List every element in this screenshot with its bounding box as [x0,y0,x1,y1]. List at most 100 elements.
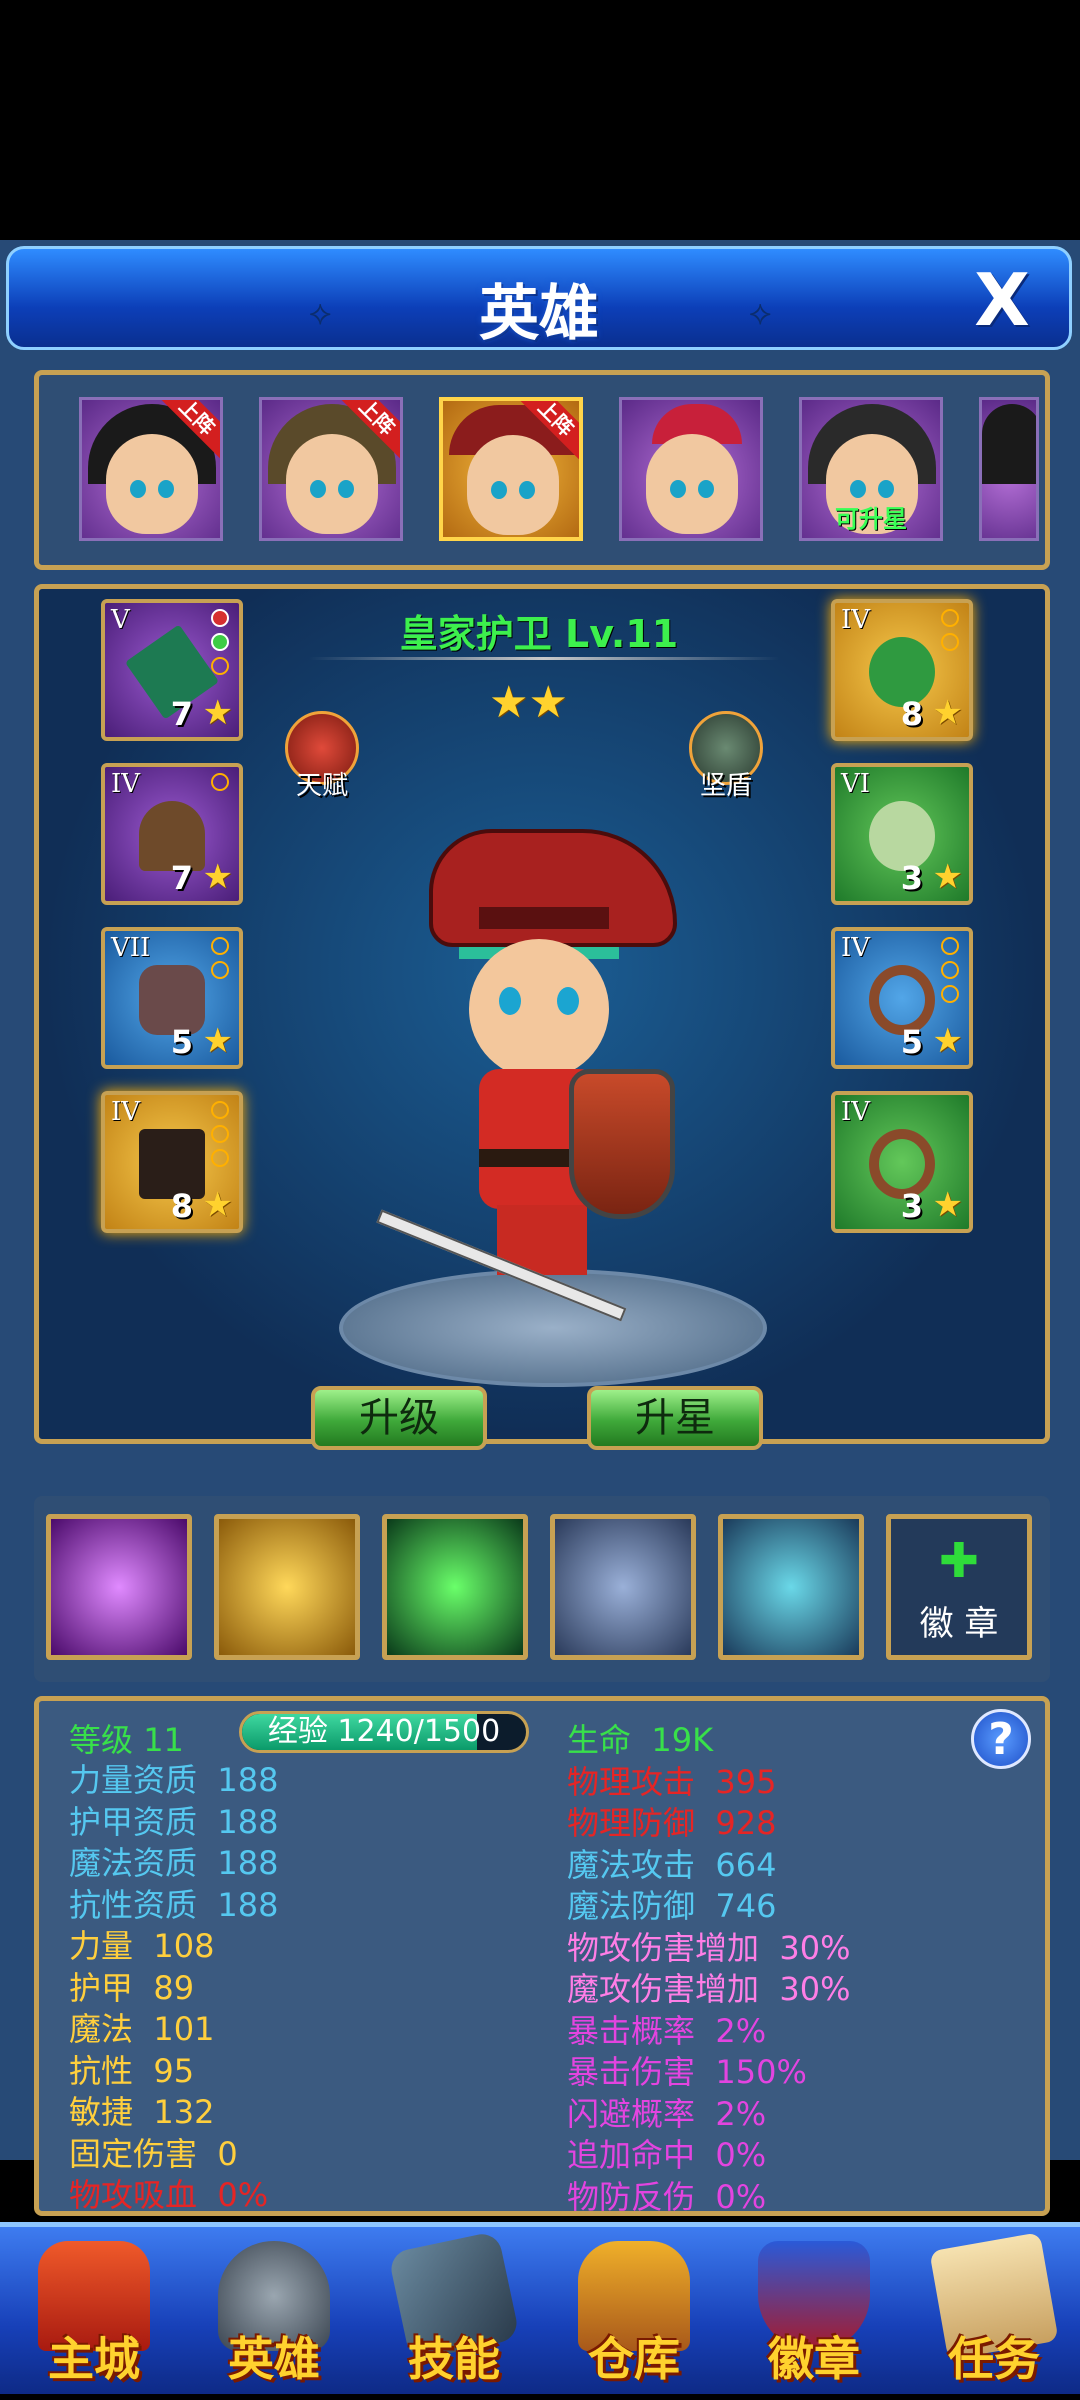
stat-label: 闪避概率 [567,2094,696,2133]
star-icon: ★ [932,1185,963,1225]
hero-portrait-4[interactable] [619,397,763,541]
skill-slash-icon[interactable] [46,1514,192,1660]
star-up-button[interactable]: 升星 [587,1386,763,1450]
stat-value: 0 [217,2134,238,2173]
skill-green-rain-icon[interactable] [382,1514,528,1660]
skill-golem-icon[interactable] [214,1514,360,1660]
stat-label: 暴击概率 [567,2011,696,2050]
bottom-nav: 主城 英雄 技能 仓库 徽章 任务 [0,2222,1080,2394]
stat-label: 护甲资质 [69,1802,198,1841]
stat-value: 2% [715,2094,767,2133]
stat-row: 敏捷 132 [69,2087,214,2133]
stat-row: 魔攻伤害增加 30% [567,1964,850,2010]
level-label: 等级 [69,1721,134,1759]
stat-row: 物理攻击 395 [567,1757,776,1803]
stat-label: 固定伤害 [69,2134,198,2173]
stat-label: 护甲 [69,1968,134,2007]
equip-tier: IV [841,1097,871,1127]
stat-row: 魔法防御 746 [567,1881,776,1927]
stat-row: 生命 19K [567,1715,713,1761]
nav-quest[interactable]: 任务 [914,2232,1074,2391]
nav-label: 任务 [948,2332,1040,2386]
badge-slot-button[interactable]: ✚ 徽 章 [886,1514,1032,1660]
equip-slot-amulet[interactable]: IV 8 ★ [831,599,973,741]
nav-badge[interactable]: 徽章 [734,2235,894,2391]
equip-slot-pendant[interactable]: VI 3 ★ [831,763,973,905]
skill-dragon-icon[interactable] [718,1514,864,1660]
equip-tier: IV [111,1097,141,1127]
stat-value: 101 [153,2010,215,2048]
stat-label: 魔法攻击 [567,1845,696,1884]
stat-label: 物攻伤害增加 [567,1928,760,1967]
stat-row: 暴击伤害 150% [567,2047,807,2093]
stat-row: 魔法攻击 664 [567,1840,776,1886]
equip-level: 5 [900,1023,923,1061]
help-button[interactable]: ? [971,1709,1031,1769]
nav-label: 主城 [48,2332,140,2386]
star-up-available-label: 可升星 [835,505,907,533]
stat-value: 30% [779,1928,851,1967]
stat-value: 19K [651,1721,714,1759]
stat-label: 抗性 [69,2051,134,2090]
stat-label: 魔法 [69,2010,134,2048]
nav-skill[interactable]: 技能 [374,2230,534,2391]
star-icon: ★ [932,693,963,733]
nav-label: 技能 [408,2332,500,2386]
nav-main-city[interactable]: 主城 [14,2235,174,2391]
stat-value: 108 [153,1927,215,1965]
stat-label: 物防反伤 [567,2177,696,2216]
exp-bar: 经验 1240/1500 [239,1711,529,1753]
equip-slot-weapon[interactable]: V 7 ★ [101,599,243,741]
stat-value: 0% [715,2177,767,2216]
stat-value: 188 [217,1885,279,1924]
equip-slot-ring-2[interactable]: IV 3 ★ [831,1091,973,1233]
equip-slot-boots[interactable]: IV 8 ★ [101,1091,243,1233]
stat-row: 物攻吸血 0% [69,2170,268,2216]
stat-row: 追加命中 0% [567,2130,766,2176]
stat-label: 抗性资质 [69,1885,198,1924]
skills-row: ✚ 徽 章 [34,1496,1050,1682]
hero-portrait-6[interactable] [979,397,1039,541]
name-divider [309,657,779,660]
stat-row: 护甲资质 188 [69,1797,278,1843]
plus-icon: ✚ [938,1533,980,1589]
stat-row: 护甲 89 [69,1963,194,2009]
hero-portrait-2[interactable]: 上阵 [259,397,403,541]
skill-armor-icon[interactable] [550,1514,696,1660]
equip-slot-helmet[interactable]: IV 7 ★ [101,763,243,905]
stat-value: 188 [217,1844,279,1882]
nav-warehouse[interactable]: 仓库 [554,2235,714,2391]
close-button[interactable]: X [965,263,1039,337]
stat-row: 魔法资质 188 [69,1838,278,1884]
hero-portrait-1[interactable]: 上阵 [79,397,223,541]
equip-level: 7 [170,859,193,897]
stat-row: 力量 108 [69,1921,214,1967]
trait-icon[interactable]: 坚盾 [689,711,763,801]
exp-text: 经验 1240/1500 [267,1714,501,1749]
stat-label: 物理攻击 [567,1762,696,1801]
nav-label: 徽章 [768,2332,860,2386]
equip-level: 8 [170,1187,193,1225]
nav-hero[interactable]: 英雄 [194,2235,354,2391]
stat-value: 395 [715,1762,777,1801]
stat-row: 抗性 95 [69,2046,194,2092]
hero-portrait-5[interactable]: 可升星 [799,397,943,541]
level-up-button[interactable]: 升级 [311,1386,487,1450]
star-icon: ★ [202,1185,233,1225]
equip-slot-ring-1[interactable]: IV 5 ★ [831,927,973,1069]
hero-roster: 上阵 上阵 上阵 可升星 [34,370,1050,570]
stat-row: 物攻伤害增加 30% [567,1923,850,1969]
equip-tier: VI [841,769,871,799]
hero-portrait-3-selected[interactable]: 上阵 [439,397,583,541]
talent-icon[interactable]: 天赋 [285,711,359,801]
star-icon: ★ [202,693,233,733]
equip-tier: V [111,605,130,635]
star-icon: ★ [202,857,233,897]
stat-row: 抗性资质 188 [69,1880,278,1926]
equip-tier: IV [841,933,871,963]
stat-value: 132 [153,2093,215,2131]
stat-label: 魔法资质 [69,1844,198,1882]
stat-value: 89 [153,1968,195,2007]
equip-slot-armor[interactable]: VII 5 ★ [101,927,243,1069]
stat-value: 746 [715,1887,777,1925]
